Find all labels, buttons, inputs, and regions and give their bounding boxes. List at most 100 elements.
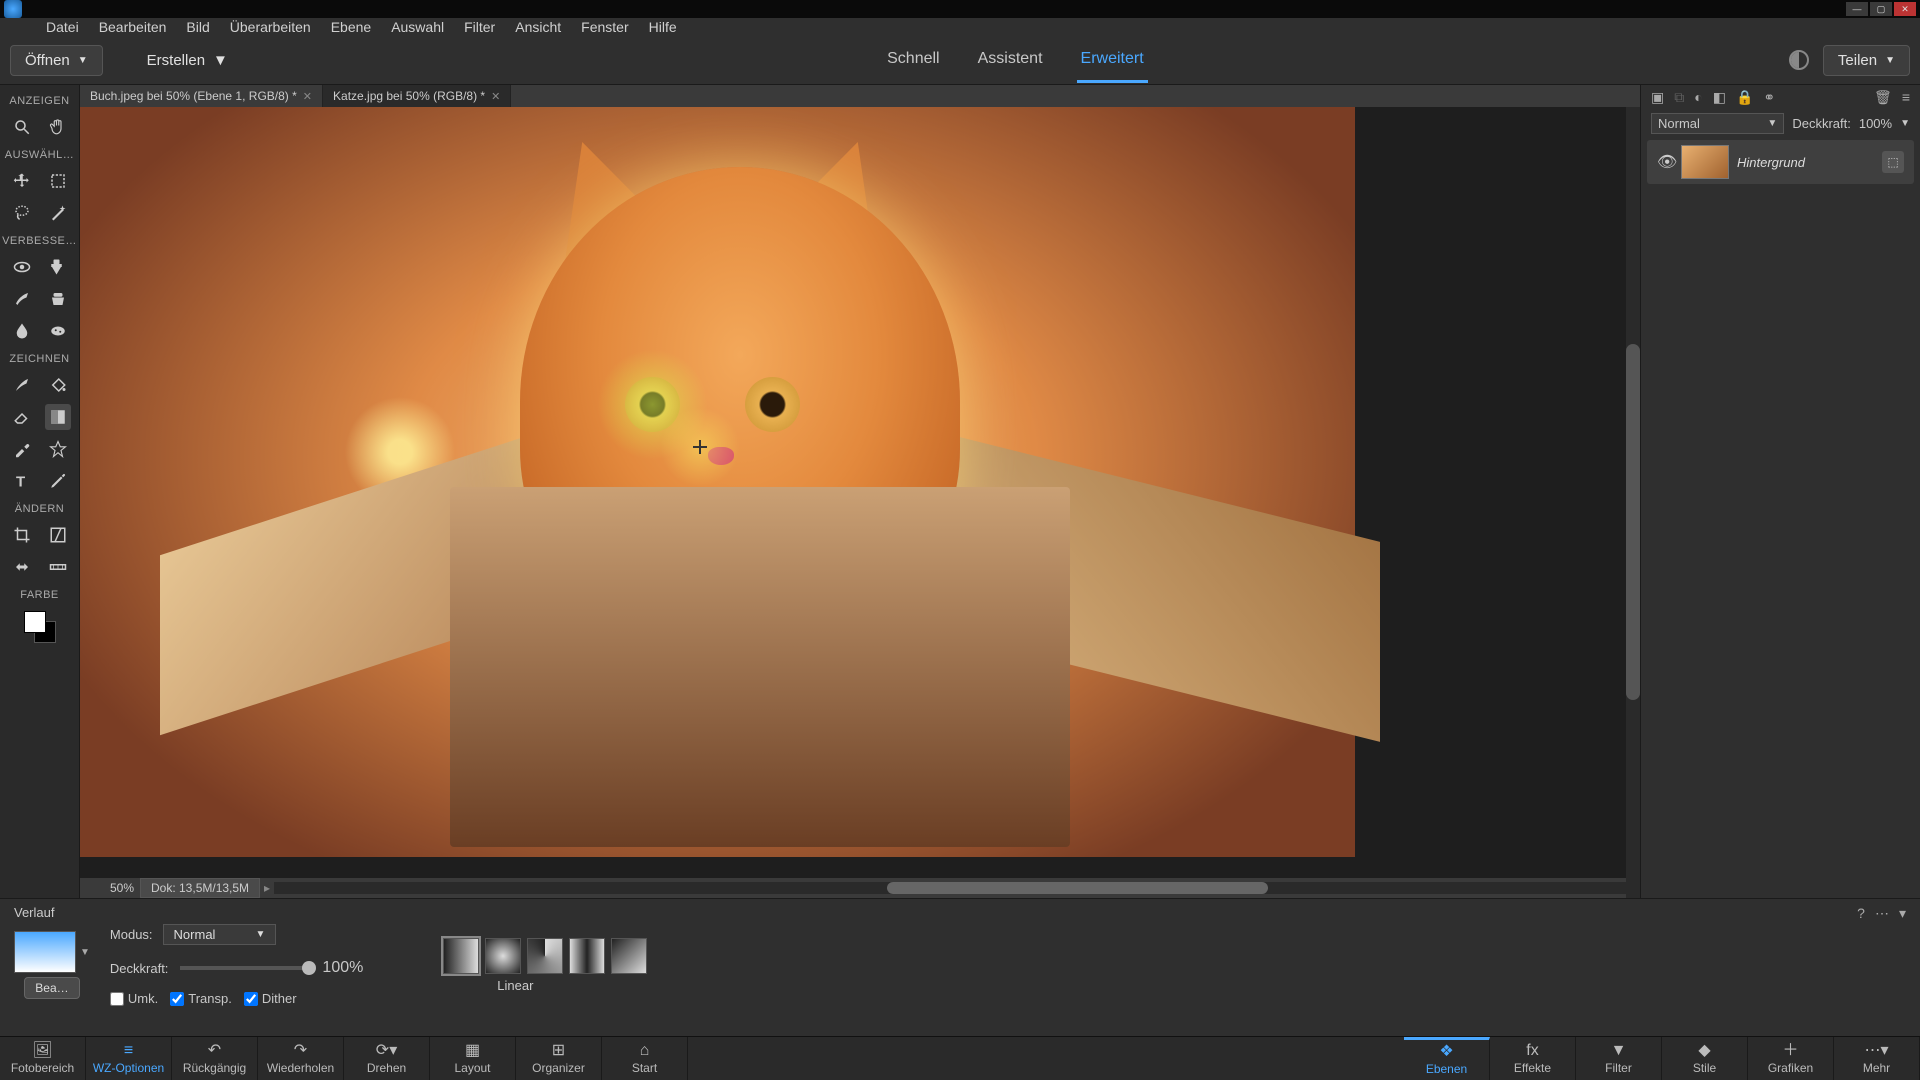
theme-toggle-icon[interactable] [1789, 50, 1809, 70]
lock-icon[interactable]: ⬚ [1882, 151, 1904, 173]
minimize-button[interactable]: — [1846, 2, 1868, 16]
visibility-toggle-icon[interactable]: 👁 [1657, 152, 1673, 172]
menu-datei[interactable]: Datei [36, 19, 89, 35]
gradient-reflected[interactable] [569, 938, 605, 974]
zoom-level[interactable]: 50% [80, 881, 140, 895]
photobin-button[interactable]: 🖼 Fotobereich [0, 1037, 86, 1080]
share-button[interactable]: Teilen ▼ [1823, 45, 1910, 76]
crop-tool[interactable] [9, 522, 35, 548]
menu-filter[interactable]: Filter [454, 19, 505, 35]
doctab-buch[interactable]: Buch.jpeg bei 50% (Ebene 1, RGB/8) * ✕ [80, 85, 323, 107]
recompose-tool[interactable] [45, 522, 71, 548]
chevron-down-icon[interactable]: ▼ [80, 947, 90, 958]
layout-button[interactable]: ▦ Layout [430, 1037, 516, 1080]
marquee-tool[interactable] [45, 168, 71, 194]
chevron-right-icon[interactable]: ▸ [264, 881, 270, 895]
close-button[interactable]: ✕ [1894, 2, 1916, 16]
menu-auswahl[interactable]: Auswahl [381, 19, 454, 35]
rotate-button[interactable]: ⟳▾ Drehen [344, 1037, 430, 1080]
layer-group-icon[interactable]: ⧉ [1674, 89, 1684, 106]
gradient-angle[interactable] [527, 938, 563, 974]
trash-icon[interactable]: 🗑 [1874, 89, 1892, 106]
opacity-value[interactable]: 100% [1859, 116, 1892, 131]
canvas[interactable] [80, 107, 1640, 878]
layer-row[interactable]: 👁 Hintergrund ⬚ [1647, 140, 1914, 184]
menu-bild[interactable]: Bild [176, 19, 219, 35]
tab-erweitert[interactable]: Erweitert [1077, 38, 1148, 83]
gradient-tool[interactable] [45, 404, 71, 430]
layer-mask-icon[interactable]: ◧ [1713, 89, 1726, 106]
menu-fenster[interactable]: Fenster [571, 19, 638, 35]
clone-stamp-tool[interactable] [45, 286, 71, 312]
gradient-diamond[interactable] [611, 938, 647, 974]
tab-schnell[interactable]: Schnell [883, 38, 943, 83]
organizer-button[interactable]: ⊞ Organizer [516, 1037, 602, 1080]
vertical-scrollbar[interactable] [1626, 107, 1640, 898]
gradient-linear[interactable] [443, 938, 479, 974]
smart-brush-tool[interactable] [9, 286, 35, 312]
dither-checkbox[interactable]: Dither [244, 991, 297, 1006]
lasso-tool[interactable] [9, 200, 35, 226]
horizontal-scrollbar[interactable] [274, 882, 1636, 894]
color-swatches[interactable] [24, 611, 56, 643]
zoom-tool[interactable] [9, 114, 35, 140]
gradient-radial[interactable] [485, 938, 521, 974]
chevron-down-icon[interactable]: ▼ [1900, 118, 1910, 129]
edit-gradient-button[interactable]: Bea… [24, 977, 79, 999]
link-layers-icon[interactable]: ⚭ [1763, 89, 1775, 106]
gradient-preview[interactable] [14, 931, 76, 973]
effects-tab[interactable]: fx Effekte [1490, 1037, 1576, 1080]
brush-tool[interactable] [9, 372, 35, 398]
close-icon[interactable]: ✕ [303, 90, 312, 103]
undo-button[interactable]: ↶ Rückgängig [172, 1037, 258, 1080]
collapse-icon[interactable]: ▾ [1899, 905, 1906, 922]
menu-ueberarbeiten[interactable]: Überarbeiten [220, 19, 321, 35]
graphics-tab[interactable]: ＋ Grafiken [1748, 1037, 1834, 1080]
slider-thumb[interactable] [302, 961, 316, 975]
new-layer-icon[interactable]: ▣ [1651, 89, 1664, 106]
content-aware-move-tool[interactable] [9, 554, 35, 580]
menu-bearbeiten[interactable]: Bearbeiten [89, 19, 177, 35]
create-button[interactable]: Erstellen ▼ [133, 46, 242, 75]
scrollbar-thumb[interactable] [887, 882, 1268, 894]
tab-assistent[interactable]: Assistent [974, 38, 1047, 83]
eyedropper-tool[interactable] [9, 436, 35, 462]
spot-heal-tool[interactable] [45, 254, 71, 280]
panel-menu-icon[interactable]: ⋯ [1875, 905, 1889, 922]
foreground-color-swatch[interactable] [24, 611, 46, 633]
transparency-checkbox[interactable]: Transp. [170, 991, 232, 1006]
magic-wand-tool[interactable] [45, 200, 71, 226]
blend-mode-select[interactable]: Normal ▼ [1651, 113, 1784, 134]
hand-tool[interactable] [45, 114, 71, 140]
tool-options-button[interactable]: ≡ WZ-Optionen [86, 1037, 172, 1080]
redo-button[interactable]: ↷ Wiederholen [258, 1037, 344, 1080]
redeye-tool[interactable] [9, 254, 35, 280]
menu-hilfe[interactable]: Hilfe [639, 19, 687, 35]
close-icon[interactable]: ✕ [491, 90, 500, 103]
type-tool[interactable]: T [9, 468, 35, 494]
straighten-tool[interactable] [45, 554, 71, 580]
sponge-tool[interactable] [45, 318, 71, 344]
filter-tab[interactable]: ▼ Filter [1576, 1037, 1662, 1080]
home-button[interactable]: ⌂ Start [602, 1037, 688, 1080]
panel-menu-icon[interactable]: ≡ [1902, 89, 1910, 105]
styles-tab[interactable]: ◆ Stile [1662, 1037, 1748, 1080]
blur-tool[interactable] [9, 318, 35, 344]
layer-thumbnail[interactable] [1681, 145, 1729, 179]
opacity-slider[interactable] [180, 966, 310, 970]
more-tab[interactable]: ⋯▾ Mehr [1834, 1037, 1920, 1080]
reverse-checkbox[interactable]: Umk. [110, 991, 158, 1006]
mode-select[interactable]: Normal ▼ [163, 924, 277, 945]
move-tool[interactable] [9, 168, 35, 194]
layer-name[interactable]: Hintergrund [1737, 155, 1874, 170]
menu-ebene[interactable]: Ebene [321, 19, 381, 35]
doctab-katze[interactable]: Katze.jpg bei 50% (RGB/8) * ✕ [323, 85, 511, 107]
layers-tab[interactable]: ❖ Ebenen [1404, 1037, 1490, 1080]
scrollbar-thumb[interactable] [1626, 344, 1640, 700]
adjustment-layer-icon[interactable]: ◐ [1694, 89, 1702, 105]
open-button[interactable]: Öffnen ▼ [10, 45, 103, 76]
shape-tool[interactable] [45, 436, 71, 462]
document-size[interactable]: Dok: 13,5M/13,5M [140, 878, 260, 898]
lock-layer-icon[interactable]: 🔒 [1736, 89, 1753, 106]
eraser-tool[interactable] [9, 404, 35, 430]
